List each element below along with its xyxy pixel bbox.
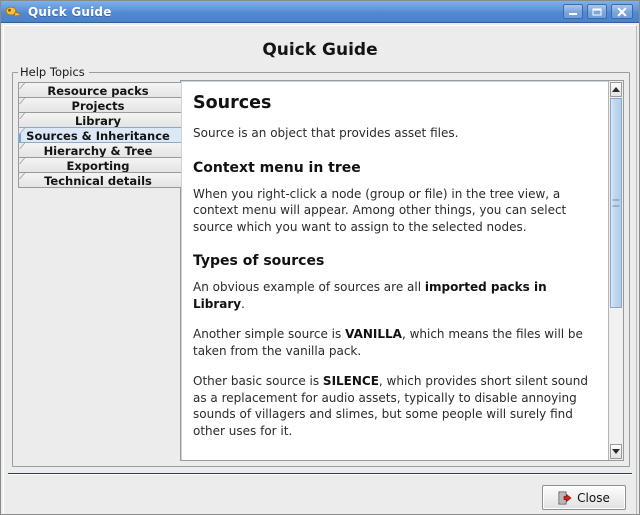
close-button[interactable]: Close — [542, 485, 626, 511]
tab-label: Projects — [71, 99, 125, 113]
minimize-button[interactable] — [563, 4, 583, 19]
quick-guide-window: Quick Guide Quick Guide Help Topics Reso… — [0, 0, 640, 515]
section-heading: Types of sources — [193, 253, 325, 270]
section-heading: Context menu in tree — [193, 159, 361, 176]
dialog-body: Quick Guide Help Topics Resource packs Pr… — [1, 23, 639, 514]
content-title: Sources — [193, 93, 272, 113]
scrollbar-track[interactable] — [610, 98, 622, 443]
section-paragraph: When you right-click a node (group or fi… — [193, 186, 567, 234]
section-paragraph: Other basic source is SILENCE, which pro… — [193, 374, 588, 439]
tab-label: Technical details — [44, 174, 152, 188]
exit-door-icon — [558, 491, 572, 505]
maximize-button[interactable] — [587, 4, 607, 19]
window-titlebar: Quick Guide — [1, 1, 639, 23]
scrollbar-thumb[interactable] — [610, 98, 622, 309]
tab-resource-packs[interactable]: Resource packs — [18, 82, 181, 98]
dialog-inner-frame: Quick Guide Help Topics Resource packs Pr… — [3, 25, 637, 514]
tab-label: Hierarchy & Tree — [43, 144, 153, 158]
tab-label: Sources & Inheritance — [26, 129, 170, 143]
window-title: Quick Guide — [28, 4, 112, 19]
content-vertical-scrollbar[interactable] — [608, 81, 623, 460]
tab-sources-inheritance[interactable]: Sources & Inheritance — [18, 127, 181, 143]
tab-projects[interactable]: Projects — [18, 97, 181, 113]
tab-label: Library — [74, 114, 122, 128]
close-button-label: Close — [577, 490, 610, 505]
close-window-button[interactable] — [611, 4, 633, 19]
tab-hierarchy-tree[interactable]: Hierarchy & Tree — [18, 142, 181, 158]
group-title: Help Topics — [18, 65, 89, 79]
content-intro-paragraph: Source is an object that provides asset … — [193, 126, 459, 140]
help-content-scroll: Sources Source is an object that provides… — [181, 81, 608, 460]
tab-label: Exporting — [66, 159, 130, 173]
section-paragraph: Another simple source is VANILLA, which … — [193, 327, 583, 358]
tab-label: Resource packs — [47, 84, 149, 98]
page-title: Quick Guide — [262, 40, 378, 60]
section-paragraph: An obvious example of sources are all im… — [193, 280, 547, 311]
tab-technical-details[interactable]: Technical details — [18, 172, 181, 188]
scroll-up-button[interactable] — [610, 82, 622, 97]
tab-exporting[interactable]: Exporting — [18, 157, 181, 173]
help-content-panel: Sources Source is an object that provides… — [180, 80, 624, 461]
key-icon — [5, 4, 22, 20]
tab-library[interactable]: Library — [18, 112, 181, 128]
scroll-down-button[interactable] — [610, 443, 622, 459]
dialog-button-bar: Close — [4, 475, 636, 514]
window-controls — [563, 4, 633, 19]
help-topics-group: Help Topics Resource packs Projects Librar… — [12, 65, 630, 467]
help-topics-tablist: Resource packs Projects Library Sources & I… — [18, 80, 181, 461]
